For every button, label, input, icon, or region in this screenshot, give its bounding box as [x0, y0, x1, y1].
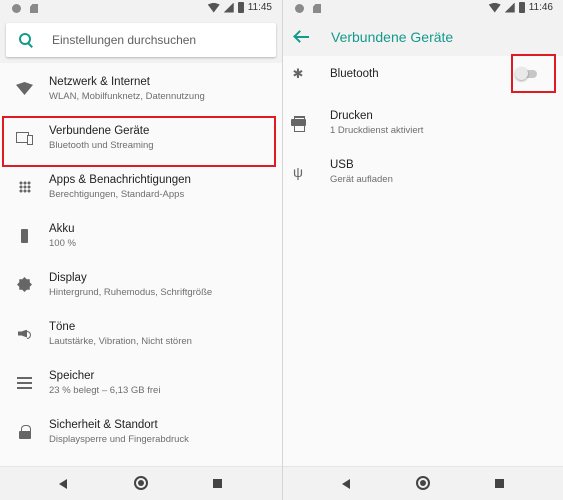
notification-dot-icon: [12, 4, 21, 13]
item-subtitle: Lautstärke, Vibration, Nicht stören: [49, 335, 192, 347]
nav-recent-apps-icon[interactable]: [213, 479, 222, 488]
wifi-status-icon: [207, 2, 220, 13]
item-title: Speicher: [49, 369, 95, 382]
signal-icon: [223, 2, 234, 13]
search-input[interactable]: Einstellungen durchsuchen: [6, 23, 276, 57]
item-title: Akku: [49, 222, 75, 235]
status-bar: 11:45: [0, 0, 282, 17]
item-title: Bluetooth: [330, 67, 379, 80]
lock-icon: [18, 424, 31, 439]
navigation-bar: [0, 466, 282, 500]
item-subtitle: Displaysperre und Fingerabdruck: [49, 433, 189, 445]
item-subtitle: 1 Druckdienst aktiviert: [330, 124, 424, 136]
item-title: Netzwerk & Internet: [49, 75, 150, 88]
item-title: USB: [330, 158, 354, 171]
settings-item-printing[interactable]: Drucken 1 Druckdienst aktiviert: [283, 98, 563, 147]
printer-icon: [290, 116, 306, 132]
bluetooth-icon: ✱: [292, 66, 304, 81]
settings-item-battery[interactable]: Akku 100 %: [0, 211, 282, 260]
settings-item-security[interactable]: Sicherheit & Standort Displaysperre und …: [0, 407, 282, 456]
item-subtitle: WLAN, Mobilfunknetz, Datennutzung: [49, 90, 205, 102]
settings-item-storage[interactable]: Speicher 23 % belegt – 6,13 GB frei: [0, 358, 282, 407]
battery-icon: [21, 228, 28, 243]
status-time: 11:45: [247, 2, 272, 13]
item-title: Töne: [49, 320, 76, 333]
item-title: Drucken: [330, 109, 373, 122]
nav-recent-apps-icon[interactable]: [495, 479, 504, 488]
battery-status-icon: [518, 2, 525, 13]
status-time: 11:46: [528, 2, 553, 13]
settings-list: Netzwerk & Internet WLAN, Mobilfunknetz,…: [0, 64, 282, 456]
sd-card-icon: [313, 4, 321, 13]
devices-icon: [16, 131, 33, 145]
notification-dot-icon: [295, 4, 304, 13]
bluetooth-toggle[interactable]: [515, 67, 537, 81]
settings-item-sound[interactable]: Töne Lautstärke, Vibration, Nicht stören: [0, 309, 282, 358]
page-title: Verbundene Geräte: [331, 28, 454, 45]
toggle-thumb: [515, 67, 528, 80]
settings-screen: 11:45 Einstellungen durchsuchen Netzwerk…: [0, 0, 283, 500]
settings-item-usb[interactable]: ψ USB Gerät aufladen: [283, 147, 563, 196]
nav-back-icon[interactable]: [342, 479, 350, 489]
item-title: Verbundene Geräte: [49, 124, 150, 137]
item-title: Display: [49, 271, 87, 284]
navigation-bar: [283, 466, 563, 500]
connected-devices-screen: 11:46 Verbundene Geräte ✱ Bluetooth Druc…: [283, 0, 563, 500]
storage-icon: [17, 376, 32, 389]
settings-item-connected-devices[interactable]: Verbundene Geräte Bluetooth und Streamin…: [0, 113, 282, 162]
display-icon: [17, 277, 32, 292]
settings-item-bluetooth[interactable]: ✱ Bluetooth: [283, 49, 563, 98]
nav-home-icon[interactable]: [134, 476, 148, 490]
item-subtitle: 100 %: [49, 237, 76, 249]
apps-icon: [18, 180, 31, 193]
item-subtitle: Gerät aufladen: [330, 173, 393, 185]
item-subtitle: Bluetooth und Streaming: [49, 139, 154, 151]
item-title: Sicherheit & Standort: [49, 418, 158, 431]
settings-item-network[interactable]: Netzwerk & Internet WLAN, Mobilfunknetz,…: [0, 64, 282, 113]
back-arrow-icon[interactable]: [294, 31, 310, 43]
sound-icon: [18, 328, 31, 340]
item-subtitle: 23 % belegt – 6,13 GB frei: [49, 384, 161, 396]
signal-icon: [504, 2, 515, 13]
wifi-status-icon: [488, 2, 501, 13]
settings-item-display[interactable]: Display Hintergrund, Ruhemodus, Schriftg…: [0, 260, 282, 309]
item-title: Apps & Benachrichtigungen: [49, 173, 191, 186]
search-placeholder: Einstellungen durchsuchen: [52, 33, 197, 47]
usb-icon: ψ: [293, 163, 303, 180]
battery-status-icon: [237, 2, 244, 13]
status-bar: 11:46: [283, 0, 563, 17]
search-icon: [18, 32, 34, 48]
nav-home-icon[interactable]: [416, 476, 430, 490]
item-subtitle: Hintergrund, Ruhemodus, Schriftgröße: [49, 286, 213, 298]
nav-back-icon[interactable]: [59, 479, 67, 489]
wifi-icon: [16, 82, 33, 95]
item-subtitle: Berechtigungen, Standard-Apps: [49, 188, 185, 200]
connected-devices-list: ✱ Bluetooth Drucken 1 Druckdienst aktivi…: [283, 49, 563, 196]
settings-item-apps[interactable]: Apps & Benachrichtigungen Berechtigungen…: [0, 162, 282, 211]
sd-card-icon: [30, 4, 38, 13]
